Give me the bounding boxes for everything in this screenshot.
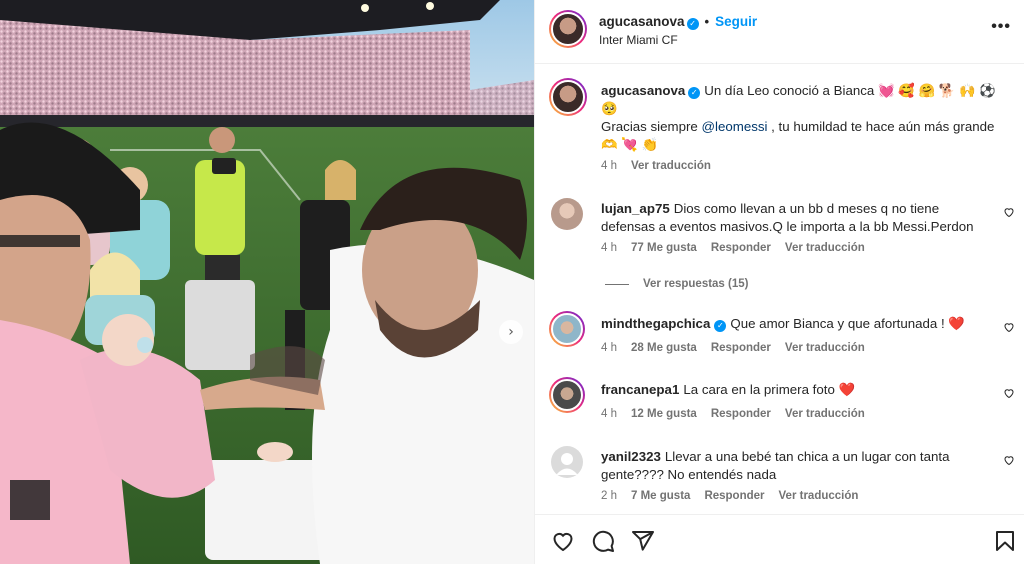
caption-text: agucasanova ✓ Un día Leo conoció a Bianca … [601, 82, 997, 154]
comment-likes[interactable]: 77 Me gusta [631, 242, 697, 254]
default-user-icon [556, 453, 578, 475]
verified-badge-icon: ✓ [688, 87, 701, 99]
comment-text: yanil2323 Llevar a una bebé tan chica a u… [601, 448, 991, 484]
translate-link[interactable]: Ver traducción [785, 408, 865, 420]
view-replies-link[interactable]: Ver respuestas (15) [605, 278, 748, 290]
comment-meta: 2 h 7 Me gusta Responder Ver traducción [601, 490, 872, 502]
commenter-username[interactable]: yanil2323 [601, 449, 661, 464]
reply-button[interactable]: Responder [704, 490, 764, 502]
translate-link[interactable]: Ver traducción [785, 342, 865, 354]
comment-time[interactable]: 2 h [601, 490, 617, 502]
commenter-avatar[interactable] [551, 198, 583, 230]
translate-link[interactable]: Ver traducción [785, 242, 865, 254]
mention-link[interactable]: @leomessi [702, 119, 768, 134]
author-username[interactable]: agucasanova [599, 14, 685, 29]
heart-icon[interactable] [551, 529, 575, 553]
author-avatar[interactable] [549, 10, 587, 48]
commenter-username[interactable]: mindthegapchica [601, 316, 710, 331]
caption-author-avatar[interactable] [549, 78, 587, 116]
author-line: agucasanova ✓ • Seguir [599, 14, 757, 30]
comment-time[interactable]: 4 h [601, 342, 617, 354]
comment-time[interactable]: 4 h [601, 408, 617, 420]
reply-button[interactable]: Responder [711, 242, 771, 254]
comment-likes[interactable]: 12 Me gusta [631, 408, 697, 420]
follow-button[interactable]: Seguir [715, 14, 757, 29]
caption-time[interactable]: 4 h [601, 160, 617, 172]
comment-like-heart-icon[interactable] [1003, 321, 1015, 333]
comment-body: La cara en la primera foto ❤️ [683, 382, 856, 397]
comment-meta: 4 h 77 Me gusta Responder Ver traducción [601, 242, 879, 254]
commenter-avatar[interactable] [549, 377, 585, 413]
post-photo[interactable]: › [0, 0, 534, 564]
comment-time[interactable]: 4 h [601, 242, 617, 254]
comment-text: francanepa1 La cara en la primera foto ❤️ [601, 381, 991, 399]
comment-likes[interactable]: 7 Me gusta [631, 490, 690, 502]
carousel-next-button[interactable]: › [499, 320, 523, 344]
post-detail-panel: agucasanova ✓ • Seguir Inter Miami CF ••• a… [534, 0, 1024, 564]
caption-line-2-pre: Gracias siempre [601, 119, 702, 134]
comment-icon[interactable] [591, 529, 615, 553]
comment-likes[interactable]: 28 Me gusta [631, 342, 697, 354]
commenter-username[interactable]: francanepa1 [601, 382, 679, 397]
commenter-avatar[interactable] [549, 311, 585, 347]
comment-meta: 4 h 28 Me gusta Responder Ver traducción [601, 342, 879, 354]
comment-like-heart-icon[interactable] [1003, 387, 1015, 399]
reply-button[interactable]: Responder [711, 342, 771, 354]
post-header: agucasanova ✓ • Seguir Inter Miami CF ••• [535, 0, 1024, 64]
caption-translate-link[interactable]: Ver traducción [631, 160, 711, 172]
verified-badge-icon: ✓ [686, 18, 699, 30]
replies-divider [605, 283, 629, 285]
comment-like-heart-icon[interactable] [1003, 206, 1015, 218]
bookmark-icon[interactable] [993, 529, 1017, 553]
commenter-avatar-default[interactable] [551, 446, 583, 478]
comment-body: Que amor Bianca y que afortunada ! ❤️ [730, 316, 965, 331]
reply-button[interactable]: Responder [711, 408, 771, 420]
comment-like-heart-icon[interactable] [1003, 454, 1015, 466]
comment-text: lujan_ap75 Dios como llevan a un bb d mes… [601, 200, 991, 236]
translate-link[interactable]: Ver traducción [779, 490, 859, 502]
commenter-username[interactable]: lujan_ap75 [601, 201, 670, 216]
post-action-bar [535, 514, 1024, 564]
caption-meta: 4 h Ver traducción [601, 160, 725, 172]
view-replies-label: Ver respuestas (15) [643, 278, 749, 290]
separator-dot: • [704, 14, 710, 29]
comment-text: mindthegapchica ✓ Que amor Bianca y que af… [601, 315, 991, 333]
post-location[interactable]: Inter Miami CF [599, 33, 678, 47]
more-options-icon[interactable]: ••• [991, 18, 1011, 36]
share-icon[interactable] [631, 529, 655, 553]
verified-badge-icon: ✓ [714, 320, 727, 332]
stadium-photo-illustration [0, 0, 534, 564]
caption-username[interactable]: agucasanova [601, 83, 685, 98]
comment-meta: 4 h 12 Me gusta Responder Ver traducción [601, 408, 879, 420]
